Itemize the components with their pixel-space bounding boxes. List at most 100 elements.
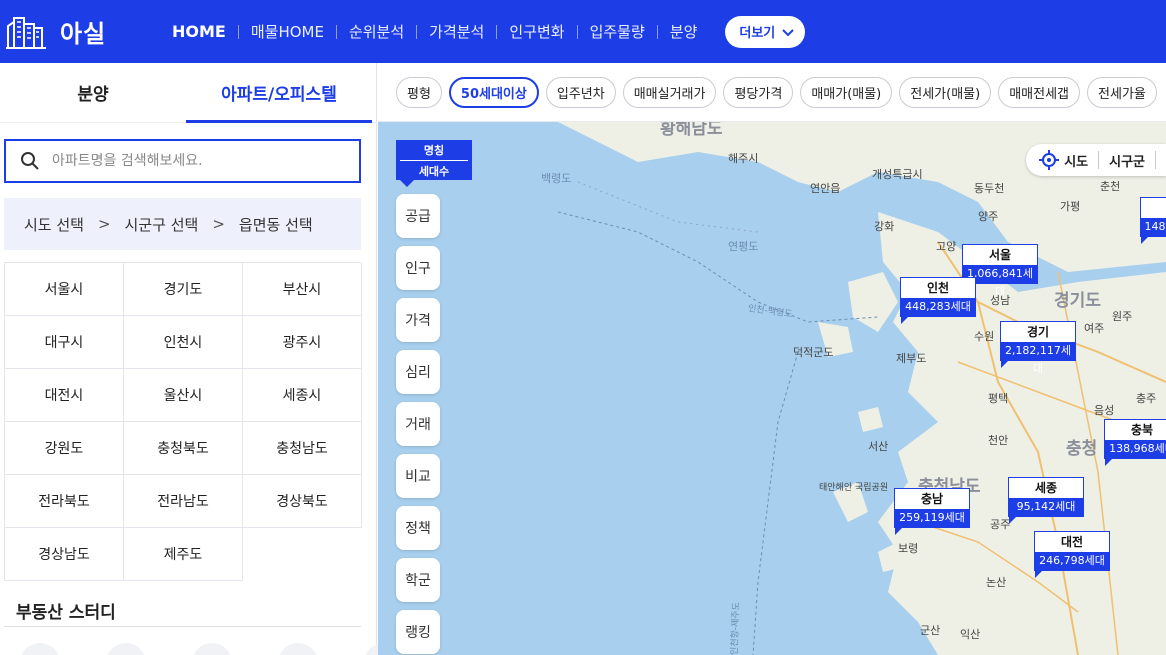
region-marker-incheon[interactable]: 인천 448,283세대 — [900, 277, 976, 324]
study-thumbnails — [20, 643, 404, 655]
map-label: 공주 — [990, 518, 1011, 531]
study-thumb[interactable] — [192, 643, 232, 655]
chip-sale-price[interactable]: 매매실거래가 — [622, 76, 717, 108]
chip-jeonse-listing[interactable]: 전세가(매물) — [899, 76, 992, 108]
marker-value: 148 — [1141, 218, 1166, 236]
logo[interactable]: 아실 — [6, 14, 146, 50]
marker-value: 448,283세대 — [901, 298, 975, 316]
map-label: 춘천 — [1100, 180, 1121, 193]
region-cell[interactable]: 서울시 — [5, 263, 124, 316]
region-cell[interactable]: 경상북도 — [243, 475, 362, 528]
tool-compare[interactable]: 비교 — [396, 454, 440, 498]
chip-sale-jeonse-gap[interactable]: 매매전세갭 — [998, 76, 1081, 108]
chip-jeonse-ratio[interactable]: 전세가율 — [1087, 76, 1157, 108]
crosshair-icon[interactable] — [1038, 149, 1060, 171]
divider — [4, 626, 361, 627]
map-label: 익산 — [960, 628, 981, 641]
legend-units: 세대수 — [400, 159, 468, 179]
region-marker-daejeon[interactable]: 대전 246,798세대 — [1034, 531, 1110, 578]
region-cell[interactable]: 부산시 — [243, 263, 362, 316]
tab-presale[interactable]: 분양 — [0, 63, 186, 122]
region-marker-gyeonggi[interactable]: 경기 2,182,117세대 — [1000, 321, 1076, 375]
logo-text: 아실 — [60, 20, 107, 48]
tool-school[interactable]: 학군 — [396, 558, 440, 602]
region-cell[interactable]: 세종시 — [243, 369, 362, 422]
tab-apartment[interactable]: 아파트/오피스텔 — [186, 63, 372, 123]
tool-ranking[interactable]: 랭킹 — [396, 610, 440, 654]
region-cell[interactable]: 광주시 — [243, 316, 362, 369]
select-sigungu[interactable]: 시군구 선택 — [125, 214, 199, 235]
map-label: 제부도 — [896, 352, 927, 365]
region-cell[interactable]: 울산시 — [124, 369, 243, 422]
nav-price[interactable]: 가격분석 — [417, 21, 496, 42]
study-thumb[interactable] — [20, 643, 60, 655]
tool-policy[interactable]: 정책 — [396, 506, 440, 550]
region-marker-chungnam[interactable]: 충남 259,119세대 — [894, 488, 970, 535]
tool-sentiment[interactable]: 심리 — [396, 350, 440, 394]
map-label: 태안해안 국립공원 — [819, 483, 889, 493]
marker-value: 246,798세대 — [1035, 552, 1109, 570]
study-thumb[interactable] — [106, 643, 146, 655]
map-tool-column: 공급 인구 가격 심리 거래 비교 정책 학군 랭킹 — [396, 194, 440, 654]
main-nav: HOME 매물HOME 순위분석 가격분석 인구변화 입주물량 분양 — [160, 21, 709, 42]
chip-sale-listing[interactable]: 매매가(매물) — [800, 76, 893, 108]
marker-name: 서울 — [988, 248, 1012, 262]
map-label: 해주시 — [728, 152, 759, 165]
study-section-title: 부동산 스터디 — [16, 603, 116, 623]
top-header: 아실 HOME 매물HOME 순위분석 가격분석 인구변화 입주물량 분양 더보… — [0, 0, 1166, 63]
region-level-toggle: 시도 시구군 — [1026, 144, 1166, 176]
nav-listing-home[interactable]: 매물HOME — [239, 21, 336, 42]
tool-trade[interactable]: 거래 — [396, 402, 440, 446]
toggle-sigungu[interactable]: 시구군 — [1109, 151, 1145, 170]
map-label: 연안읍 — [810, 182, 841, 195]
region-cell[interactable]: 경상남도 — [5, 528, 124, 581]
region-cell[interactable]: 전라남도 — [124, 475, 243, 528]
map-label: 양주 — [978, 210, 999, 223]
region-cell[interactable]: 경기도 — [124, 263, 243, 316]
search-box — [4, 139, 361, 183]
more-button[interactable]: 더보기 — [725, 15, 806, 48]
chip-price-per-pyeong[interactable]: 평당가격 — [723, 76, 794, 108]
map-label: 덕적군도 — [793, 346, 834, 359]
search-input[interactable] — [52, 153, 332, 169]
chevron-right-icon: > — [97, 215, 111, 233]
nav-supply[interactable]: 입주물량 — [578, 21, 657, 42]
marker-name: 대전 — [1060, 535, 1084, 549]
marker-value: 2,182,117세대 — [1001, 342, 1075, 375]
region-cell[interactable]: 충청남도 — [243, 422, 362, 475]
select-sido[interactable]: 시도 선택 — [24, 214, 84, 235]
map-label: 여주 — [1084, 322, 1105, 335]
region-marker-gangwon[interactable]: 148 — [1140, 197, 1166, 244]
region-cell[interactable]: 강원도 — [5, 422, 124, 475]
region-marker-chungbuk[interactable]: 충북 138,968세대 — [1104, 419, 1166, 466]
select-eupmyeondong[interactable]: 읍면동 선택 — [239, 214, 313, 235]
region-cell[interactable]: 제주도 — [124, 528, 243, 581]
toggle-sido[interactable]: 시도 — [1064, 151, 1088, 170]
region-marker-sejong[interactable]: 세종 95,142세대 — [1008, 477, 1084, 524]
nav-ranking[interactable]: 순위분석 — [337, 21, 416, 42]
map-view[interactable]: 해주시 백령도 연안읍 개성특급시 동두천 춘천 강화 가평 양주 고양 연평도… — [378, 122, 1166, 655]
study-thumb[interactable] — [278, 643, 318, 655]
left-panel: 분양 아파트/오피스텔 시도 선택 > 시군구 선택 > 읍면동 선택 서울시 … — [0, 63, 404, 655]
tool-population[interactable]: 인구 — [396, 246, 440, 290]
map-label: 서산 — [868, 440, 889, 453]
tool-price[interactable]: 가격 — [396, 298, 440, 342]
chevron-down-icon — [782, 28, 794, 36]
map-label: 동두천 — [974, 182, 1005, 195]
region-cell[interactable]: 인천시 — [124, 316, 243, 369]
tool-supply[interactable]: 공급 — [396, 194, 440, 238]
chip-move-in-year[interactable]: 입주년차 — [545, 76, 616, 108]
marker-name: 인천 — [926, 281, 950, 295]
nav-population[interactable]: 인구변화 — [497, 21, 576, 42]
region-cell[interactable]: 전라북도 — [5, 475, 124, 528]
chip-size[interactable]: 평형 — [396, 76, 442, 108]
region-cell[interactable]: 대구시 — [5, 316, 124, 369]
chip-50-units[interactable]: 50세대이상 — [448, 76, 539, 108]
region-cell[interactable]: 충청북도 — [124, 422, 243, 475]
building-logo-icon — [6, 16, 46, 49]
region-cell[interactable]: 대전시 — [5, 369, 124, 422]
nav-home[interactable]: HOME — [160, 22, 238, 41]
divider — [1098, 151, 1100, 169]
nav-presale[interactable]: 분양 — [658, 21, 710, 42]
map-label: 음성 — [1094, 404, 1115, 417]
